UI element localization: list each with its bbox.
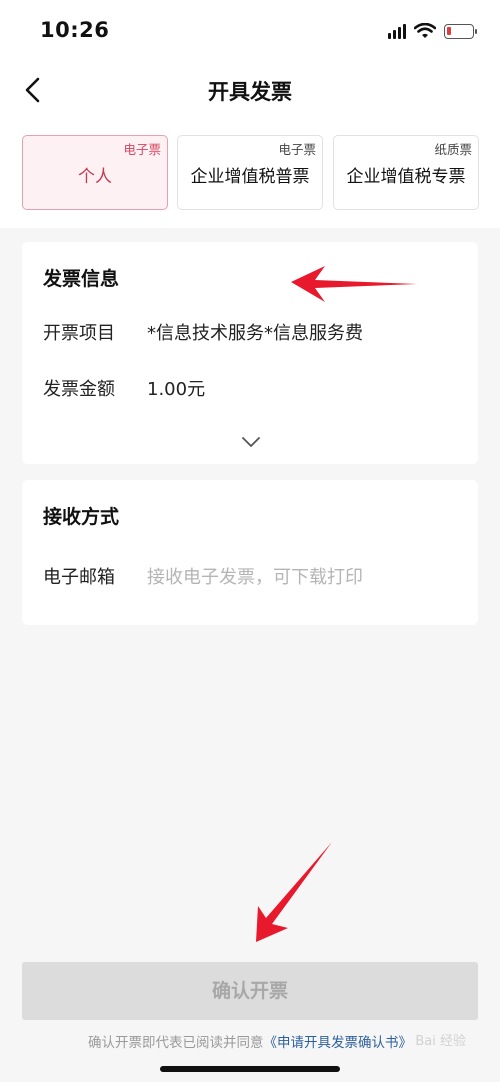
invoice-amount-label: 发票金额 bbox=[43, 379, 115, 400]
agreement-prefix: 确认开票即代表已阅读并同意 bbox=[88, 1035, 264, 1051]
invoice-amount-value: 1.00元 bbox=[147, 379, 206, 400]
invoice-type-selector: 电子票 个人 电子票 企业增值税普票 纸质票 企业增值税专票 bbox=[0, 118, 500, 228]
invoice-type-label: 企业增值税专票 bbox=[346, 167, 466, 187]
invoice-type-personal[interactable]: 电子票 个人 bbox=[22, 135, 168, 210]
email-field[interactable]: 接收电子发票，可下载打印 bbox=[147, 563, 363, 589]
annotation-arrow-icon bbox=[291, 266, 417, 302]
invoice-item-value: *信息技术服务*信息服务费 bbox=[147, 323, 363, 344]
nav-bar: 开具发票 bbox=[0, 62, 500, 118]
status-bar: 10:26 bbox=[0, 0, 500, 62]
receive-method-card: 接收方式 电子邮箱 接收电子发票，可下载打印 bbox=[22, 480, 478, 625]
invoice-type-label: 企业增值税普票 bbox=[190, 167, 310, 187]
invoice-info-title: 发票信息 bbox=[43, 268, 120, 290]
status-icons bbox=[388, 20, 477, 42]
email-label: 电子邮箱 bbox=[43, 567, 115, 588]
page-title: 开具发票 bbox=[208, 80, 292, 104]
confirm-invoice-button[interactable]: 确认开票 bbox=[22, 962, 478, 1020]
home-indicator bbox=[160, 1066, 340, 1072]
wifi-icon bbox=[414, 23, 436, 38]
invoice-type-tag: 纸质票 bbox=[434, 142, 472, 157]
status-time: 10:26 bbox=[40, 18, 110, 42]
annotation-arrow-icon bbox=[256, 842, 332, 942]
invoice-type-vat-general[interactable]: 电子票 企业增值税普票 bbox=[177, 135, 323, 210]
invoice-type-label: 个人 bbox=[78, 167, 112, 187]
invoice-type-tag: 电子票 bbox=[123, 142, 161, 157]
watermark-logo: Bai 经验 bbox=[415, 1034, 466, 1049]
chevron-down-icon[interactable] bbox=[241, 436, 261, 448]
invoice-item-label: 开票项目 bbox=[43, 323, 115, 344]
agreement-link[interactable]: 《申请开具发票确认书》 bbox=[264, 1035, 413, 1051]
invoice-type-vat-special[interactable]: 纸质票 企业增值税专票 bbox=[333, 135, 479, 210]
battery-icon bbox=[444, 23, 477, 39]
invoice-type-tag: 电子票 bbox=[278, 142, 316, 157]
signal-icon bbox=[388, 23, 406, 39]
receive-method-title: 接收方式 bbox=[43, 506, 120, 528]
